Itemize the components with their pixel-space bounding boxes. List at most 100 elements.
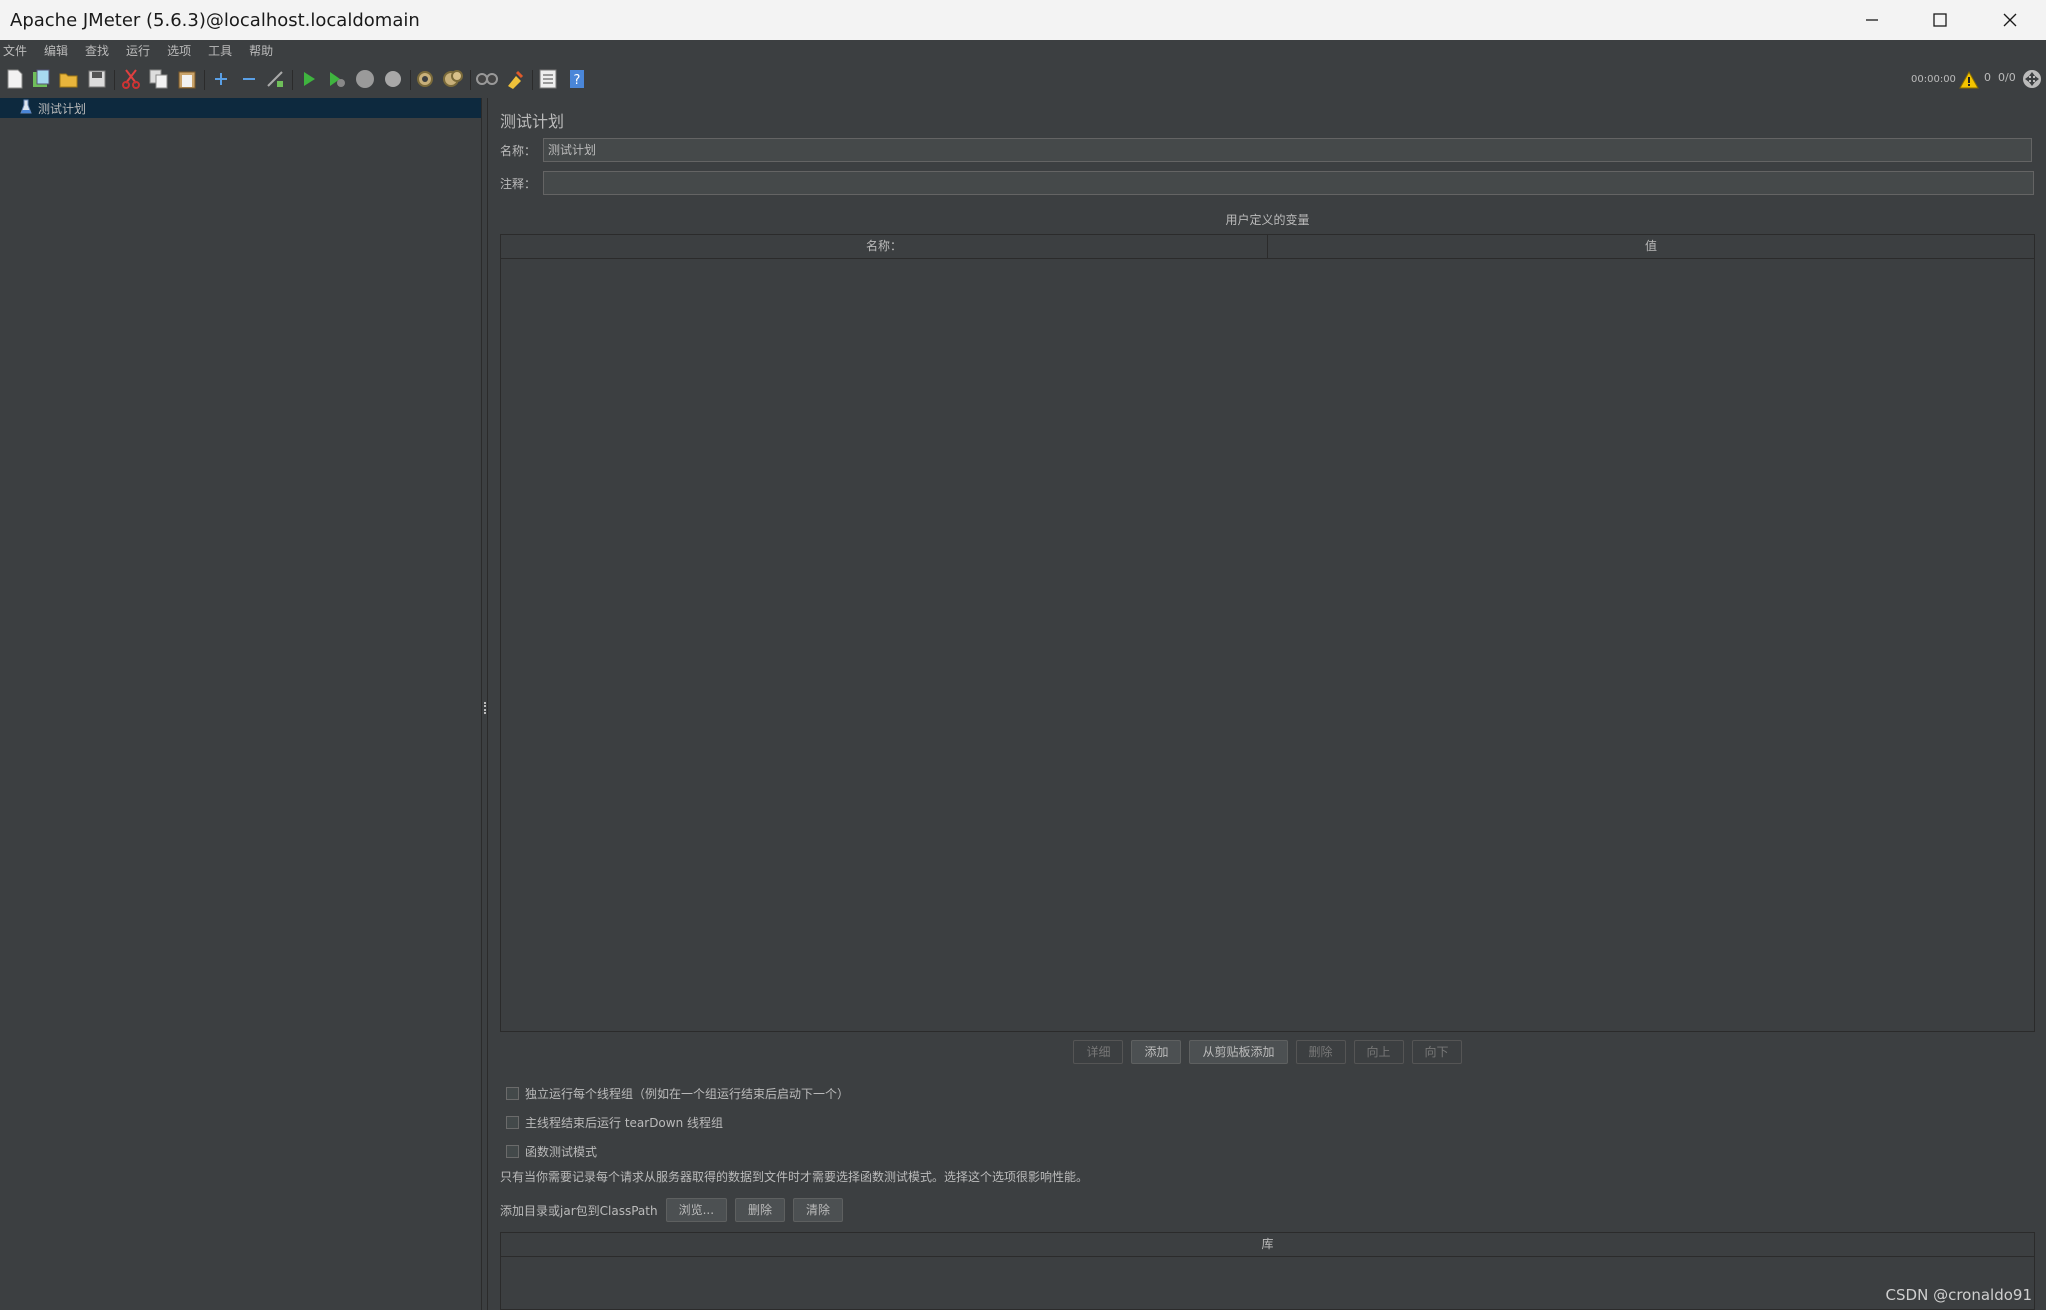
clear-all-icon bbox=[443, 70, 463, 87]
close-icon bbox=[2003, 13, 2017, 27]
add-button[interactable]: 添加 bbox=[1131, 1040, 1182, 1064]
maximize-icon bbox=[1933, 13, 1947, 27]
tree-item-label: 测试计划 bbox=[38, 101, 87, 116]
tree-item-test-plan[interactable]: 测试计划 bbox=[0, 98, 481, 118]
clear-icon bbox=[417, 71, 433, 87]
teardown-on-shutdown-checkbox[interactable]: 主线程结束后运行 tearDown 线程组 bbox=[506, 1114, 723, 1131]
templates-button[interactable] bbox=[30, 68, 52, 90]
clear-button[interactable] bbox=[414, 68, 436, 90]
open-button[interactable] bbox=[58, 68, 80, 90]
menu-help[interactable]: 帮助 bbox=[246, 42, 279, 59]
copy-button[interactable] bbox=[148, 68, 170, 90]
test-plan-panel: 测试计划 名称： 测试计划 注释： 用户定义的变量 名称： 值 详细 添加 从剪… bbox=[489, 98, 2046, 1310]
help-button[interactable]: ? bbox=[566, 68, 588, 90]
checkbox-label: 主线程结束后运行 tearDown 线程组 bbox=[525, 1116, 724, 1130]
window-title: Apache JMeter (5.6.3)@localhost.localdom… bbox=[10, 9, 420, 31]
add-from-clipboard-button[interactable]: 从剪贴板添加 bbox=[1189, 1040, 1288, 1064]
elapsed-timer: 00:00:00 bbox=[1911, 74, 1956, 85]
column-header-name[interactable]: 名称： bbox=[501, 235, 1267, 258]
detail-button[interactable]: 详细 bbox=[1073, 1040, 1124, 1064]
start-icon bbox=[304, 72, 315, 86]
menu-edit[interactable]: 编辑 bbox=[41, 42, 74, 59]
split-pane-divider[interactable] bbox=[481, 98, 488, 1310]
menu-file[interactable]: 文件 bbox=[0, 42, 33, 59]
search-button[interactable] bbox=[476, 68, 498, 90]
start-button[interactable] bbox=[298, 68, 320, 90]
paste-icon bbox=[178, 71, 196, 89]
clear-all-button[interactable] bbox=[442, 68, 464, 90]
copy-icon bbox=[149, 69, 168, 89]
menu-run[interactable]: 运行 bbox=[123, 42, 156, 59]
delete-button[interactable]: 删除 bbox=[1295, 1040, 1346, 1064]
collapse-all-button[interactable] bbox=[238, 68, 260, 90]
toggle-icon bbox=[267, 71, 283, 87]
classpath-clear-button[interactable]: 清除 bbox=[793, 1198, 844, 1222]
title-bar: Apache JMeter (5.6.3)@localhost.localdom… bbox=[0, 0, 2046, 40]
minimize-button[interactable] bbox=[1838, 0, 1906, 40]
menu-options[interactable]: 选项 bbox=[164, 42, 197, 59]
expand-all-button[interactable] bbox=[210, 68, 232, 90]
minimize-icon bbox=[1866, 19, 1878, 21]
serialize-threadgroups-checkbox[interactable]: 独立运行每个线程组（例如在一个组运行结束后启动下一个） bbox=[506, 1085, 849, 1102]
page-title: 测试计划 bbox=[500, 112, 565, 131]
menu-search[interactable]: 查找 bbox=[82, 42, 115, 59]
open-icon bbox=[59, 73, 78, 88]
collapse-icon bbox=[243, 78, 255, 80]
stop-button[interactable] bbox=[354, 68, 376, 90]
svg-text:?: ? bbox=[574, 73, 581, 88]
splitter-grip-icon bbox=[484, 702, 486, 714]
checkbox-box[interactable] bbox=[506, 1087, 519, 1100]
library-table-header: 库 bbox=[501, 1233, 2034, 1257]
toggle-button[interactable] bbox=[264, 68, 286, 90]
classpath-label: 添加目录或jar包到ClassPath bbox=[500, 1203, 658, 1218]
templates-icon bbox=[33, 69, 50, 87]
comment-field[interactable] bbox=[543, 171, 2034, 195]
shutdown-icon bbox=[385, 71, 401, 87]
start-no-pause-button[interactable] bbox=[326, 68, 348, 90]
close-button[interactable] bbox=[1976, 0, 2044, 40]
search-icon bbox=[476, 73, 498, 85]
shutdown-button[interactable] bbox=[382, 68, 404, 90]
cut-button[interactable] bbox=[120, 68, 142, 90]
function-helper-button[interactable] bbox=[537, 68, 559, 90]
start-no-pause-icon bbox=[330, 72, 345, 87]
column-header-value[interactable]: 值 bbox=[1267, 235, 2034, 258]
toolbar: ? 00:00:00 0 0/0 bbox=[0, 62, 2046, 98]
menu-bar: 文件 编辑 查找 运行 选项 工具 帮助 bbox=[0, 40, 2046, 60]
function-helper-icon bbox=[539, 69, 557, 89]
variables-table-header: 名称： 值 bbox=[501, 235, 2034, 259]
save-button[interactable] bbox=[86, 68, 108, 90]
paste-button[interactable] bbox=[176, 68, 198, 90]
browse-button[interactable]: 浏览... bbox=[665, 1198, 728, 1222]
maximize-button[interactable] bbox=[1906, 0, 1974, 40]
new-button[interactable] bbox=[4, 68, 26, 90]
test-tree: 测试计划 bbox=[0, 98, 481, 1310]
watermark: CSDN @cronaldo91 bbox=[1885, 1286, 2032, 1304]
stop-icon bbox=[356, 70, 374, 88]
variables-button-row: 详细 添加 从剪贴板添加 删除 向上 向下 bbox=[489, 1040, 2046, 1064]
move-down-button[interactable]: 向下 bbox=[1411, 1040, 1462, 1064]
save-icon bbox=[88, 70, 106, 88]
column-header-library[interactable]: 库 bbox=[501, 1233, 2034, 1256]
help-icon: ? bbox=[570, 70, 584, 88]
comment-label: 注释： bbox=[500, 177, 537, 191]
checkbox-box[interactable] bbox=[506, 1145, 519, 1158]
name-field[interactable]: 测试计划 bbox=[543, 138, 2032, 162]
remote-status-icon bbox=[2023, 70, 2041, 88]
checkbox-label: 独立运行每个线程组（例如在一个组运行结束后启动下一个） bbox=[525, 1087, 850, 1101]
checkbox-box[interactable] bbox=[506, 1116, 519, 1129]
library-table[interactable]: 库 bbox=[500, 1232, 2035, 1310]
menu-tools[interactable]: 工具 bbox=[205, 42, 238, 59]
flask-icon bbox=[20, 99, 32, 118]
classpath-delete-button[interactable]: 删除 bbox=[735, 1198, 786, 1222]
functional-mode-checkbox[interactable]: 函数测试模式 bbox=[506, 1143, 597, 1160]
remote-status-button[interactable] bbox=[2021, 68, 2043, 90]
move-up-button[interactable]: 向上 bbox=[1353, 1040, 1404, 1064]
warning-icon bbox=[1959, 71, 1979, 89]
functional-mode-note: 只有当你需要记录每个请求从服务器取得的数据到文件时才需要选择函数测试模式。选择这… bbox=[500, 1170, 1089, 1184]
warning-indicator[interactable] bbox=[1958, 69, 1980, 91]
reset-search-button[interactable] bbox=[504, 68, 526, 90]
name-label: 名称： bbox=[500, 144, 537, 158]
variables-table[interactable]: 名称： 值 bbox=[500, 234, 2035, 1032]
classpath-row: 添加目录或jar包到ClassPath 浏览... 删除 清除 bbox=[500, 1198, 851, 1222]
